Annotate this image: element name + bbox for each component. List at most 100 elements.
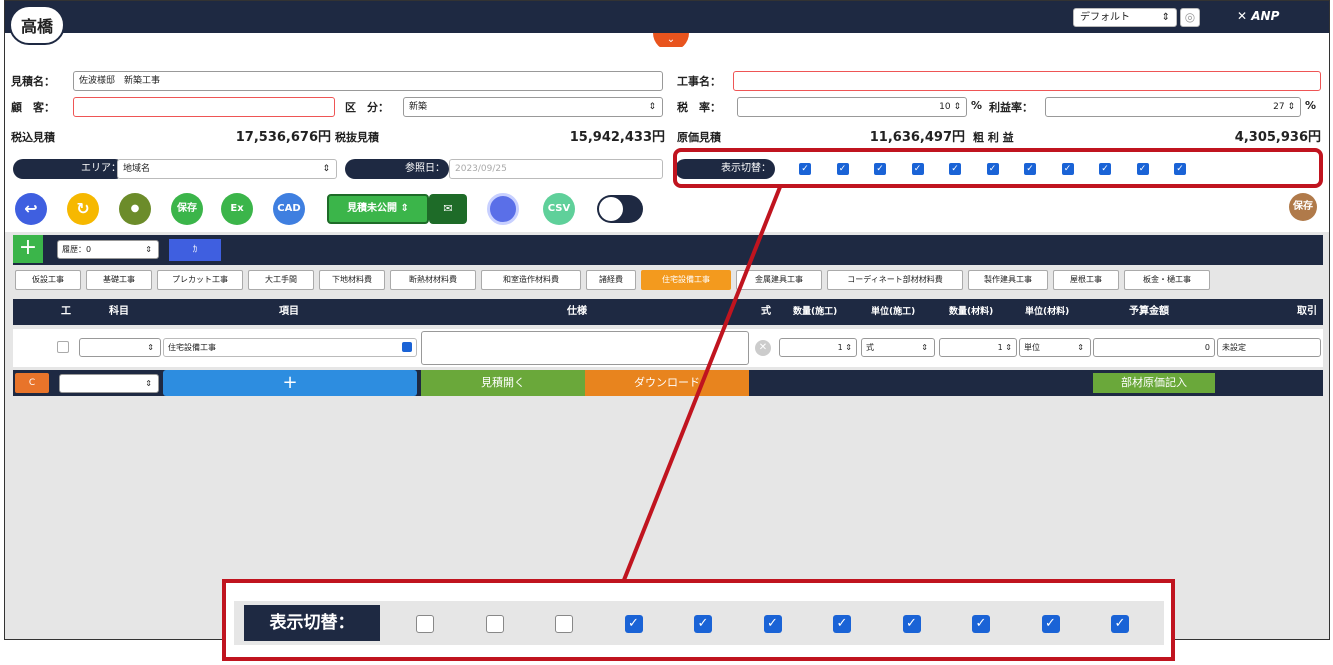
- unpublished-select[interactable]: 見積未公開 ⇕: [327, 194, 429, 224]
- deal-select[interactable]: 未設定: [1217, 338, 1321, 357]
- profit-rate-input[interactable]: 27 ⇕: [1045, 97, 1301, 117]
- spec-input[interactable]: [421, 331, 749, 365]
- row-checkbox[interactable]: [57, 341, 69, 353]
- save-button[interactable]: 保存: [171, 193, 203, 225]
- download-button[interactable]: ダウンロード: [585, 370, 749, 396]
- unit-labor-select[interactable]: 式 ⇕: [861, 338, 935, 357]
- display-toggle-checkbox-2[interactable]: ✓: [836, 163, 849, 175]
- plus-icon[interactable]: +: [163, 370, 417, 396]
- mail-icon[interactable]: ✉: [429, 194, 467, 224]
- zoom-toggle-checkbox-3[interactable]: [555, 615, 573, 633]
- clear-icon[interactable]: ✕: [755, 340, 771, 356]
- construction-name-label: 工事名：: [677, 75, 721, 88]
- customer-input[interactable]: [73, 97, 335, 117]
- tab-13[interactable]: 屋根工事: [1053, 270, 1119, 290]
- zoom-toggle-checkbox-10[interactable]: ✓: [1041, 615, 1060, 633]
- col-qty-material: 数量(材料): [949, 307, 994, 317]
- material-cost-button[interactable]: 部材原価記入: [1093, 373, 1215, 393]
- save-right-button[interactable]: 保存: [1289, 193, 1317, 221]
- top-bar: デフォルト ⇕ ◎ ✕ ANP: [5, 1, 1329, 33]
- profit-rate-unit: %: [1305, 99, 1317, 112]
- tab-5[interactable]: 下地材料費: [319, 270, 385, 290]
- construction-name-input[interactable]: [733, 71, 1321, 91]
- settings-icon[interactable]: ◎: [1180, 8, 1200, 27]
- zoom-toggle-checkbox-5[interactable]: ✓: [694, 615, 712, 633]
- zoom-toggle-band: 表示切替： ✓ ✓ ✓ ✓ ✓ ✓ ✓ ✓: [234, 601, 1164, 645]
- fire-icon[interactable]: ●: [119, 193, 151, 225]
- undo-icon[interactable]: ↻: [67, 193, 99, 225]
- csv-button[interactable]: CSV: [543, 193, 575, 225]
- zoom-toggle-checkbox-6[interactable]: ✓: [763, 615, 782, 633]
- customer-label: 顧 客：: [11, 101, 55, 114]
- add-button[interactable]: +: [13, 235, 43, 263]
- tab-14[interactable]: 板金・樋工事: [1124, 270, 1210, 290]
- zoom-toggle-checkbox-4[interactable]: ✓: [624, 615, 643, 633]
- tab-10[interactable]: 金属建具工事: [736, 270, 822, 290]
- kamoku-select[interactable]: ⇕: [79, 338, 161, 357]
- tab-1[interactable]: 仮設工事: [15, 270, 81, 290]
- c-button[interactable]: C: [15, 373, 49, 393]
- tax-rate-label: 税 率：: [677, 101, 721, 114]
- qty-labor-input[interactable]: 1 ⇕: [779, 338, 857, 357]
- small-button[interactable]: ｶ: [169, 239, 221, 261]
- estimate-name-input[interactable]: 佐波様邸 新築工事: [73, 71, 663, 91]
- tax-rate-input[interactable]: 10 ⇕: [737, 97, 967, 117]
- display-toggle-checkbox-7[interactable]: ✓: [1024, 163, 1036, 175]
- unit-material-select[interactable]: 単位 ⇕: [1019, 338, 1091, 357]
- zoom-toggle-label: 表示切替：: [244, 605, 380, 641]
- tab-12[interactable]: 製作建具工事: [968, 270, 1048, 290]
- display-toggle-checkbox-9[interactable]: ✓: [1099, 163, 1111, 175]
- preset-select[interactable]: デフォルト ⇕: [1073, 8, 1177, 27]
- history-select[interactable]: 履歴：0 ⇕: [57, 240, 159, 259]
- area-label: エリア：: [13, 159, 125, 179]
- budget-input[interactable]: 0: [1093, 338, 1215, 357]
- zoom-toggle-checkbox-11[interactable]: ✓: [1111, 615, 1129, 633]
- tax-unit: %: [971, 99, 983, 112]
- category-tabs: 仮設工事 基礎工事 プレカット工事 大工手間 下地材料費 断熱材材料費 和室造作材料費 諸経費…: [13, 267, 1323, 295]
- open-estimate-button[interactable]: 見積開く: [421, 370, 585, 396]
- cad-button[interactable]: CAD: [273, 193, 305, 225]
- zoom-toggle-checkbox-1[interactable]: [416, 615, 434, 633]
- area-select[interactable]: 地域名 ⇕: [117, 159, 337, 179]
- display-toggle-checkbox-4[interactable]: ✓: [911, 163, 924, 175]
- display-toggle-checkbox-10[interactable]: ✓: [1136, 163, 1149, 175]
- display-toggle-checkbox-11[interactable]: ✓: [1174, 163, 1186, 175]
- display-toggle-checkbox-5[interactable]: ✓: [949, 163, 961, 175]
- status-circle-icon[interactable]: [487, 193, 519, 225]
- zoom-toggle-checkbox-2[interactable]: [485, 615, 504, 633]
- excel-button[interactable]: Ex: [221, 193, 253, 225]
- gross-label: 粗 利 益: [973, 131, 1014, 144]
- ref-date-input[interactable]: 2023/09/25: [449, 159, 663, 179]
- toggle-switch[interactable]: [597, 195, 643, 223]
- back-icon[interactable]: ↩: [15, 193, 47, 225]
- tab-7[interactable]: 和室造作材料費: [481, 270, 581, 290]
- tab-8[interactable]: 諸経費: [586, 270, 636, 290]
- display-toggle-checkbox-3[interactable]: ✓: [874, 163, 886, 175]
- estimate-form: 見積名： 佐波様邸 新築工事 工事名： 顧 客： 区 分： 新築 ⇕ 税 率： 1…: [5, 47, 1329, 232]
- display-toggle-checkbox-8[interactable]: ✓: [1061, 163, 1074, 175]
- category-label: 区 分：: [345, 101, 389, 114]
- tab-6[interactable]: 断熱材材料費: [390, 270, 476, 290]
- col-shiki: 式: [761, 306, 771, 317]
- tab-2[interactable]: 基礎工事: [86, 270, 152, 290]
- tab-3[interactable]: プレカット工事: [157, 270, 243, 290]
- tax-excl-value: 15,942,433円: [569, 130, 665, 145]
- table-header: 工 科目 項目 仕様 式 数量(施工) 単位(施工) 数量(材料) 単位(材料)…: [13, 299, 1323, 325]
- tab-11[interactable]: コーディネート部材材料費: [827, 270, 963, 290]
- tab-4[interactable]: 大工手間: [248, 270, 314, 290]
- item-select[interactable]: 住宅設備工事: [163, 338, 417, 357]
- zoom-toggle-checkbox-8[interactable]: ✓: [902, 615, 921, 633]
- qty-material-input[interactable]: 1 ⇕: [939, 338, 1017, 357]
- display-toggle-checkbox-6[interactable]: ✓: [986, 163, 999, 175]
- tab-9[interactable]: 住宅設備工事: [641, 270, 731, 290]
- col-deal: 取引: [1297, 306, 1317, 317]
- display-toggle-checkbox-1[interactable]: ✓: [799, 163, 811, 175]
- zoom-toggle-checkbox-7[interactable]: ✓: [833, 615, 851, 633]
- zoom-toggle-checkbox-9[interactable]: ✓: [972, 615, 990, 633]
- user-badge[interactable]: 高橋: [9, 5, 65, 45]
- estimate-name-label: 見積名：: [11, 75, 55, 88]
- cost-value: 11,636,497円: [869, 130, 965, 145]
- category-select[interactable]: 新築 ⇕: [403, 97, 663, 117]
- col-budget: 予算金額: [1129, 306, 1169, 317]
- footer-select[interactable]: ⇕: [59, 374, 159, 393]
